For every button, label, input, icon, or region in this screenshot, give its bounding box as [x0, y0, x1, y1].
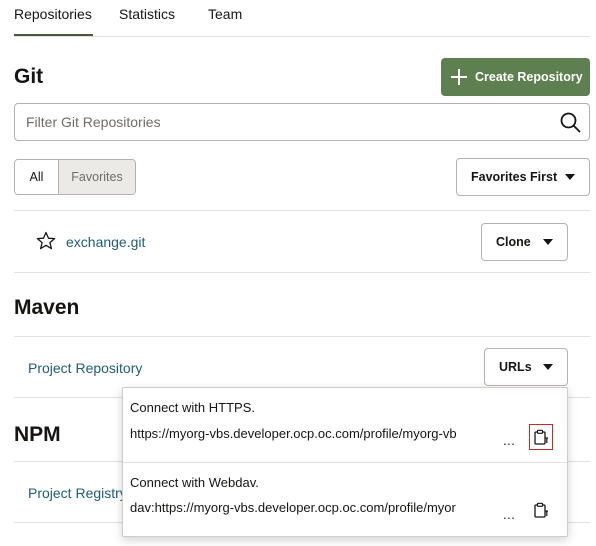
- create-repository-label: Create Repository: [475, 70, 583, 84]
- caret-down-icon: [543, 364, 553, 370]
- urls-popup: Connect with HTTPS. https://myorg-vbs.de…: [122, 387, 568, 537]
- search-icon[interactable]: [560, 112, 581, 133]
- popup-divider: [123, 462, 567, 463]
- webdav-url: dav:https://myorg-vbs.developer.ocp.oc.c…: [130, 500, 456, 515]
- webdav-label: Connect with Webdav.: [130, 475, 259, 490]
- filter-favorites-button[interactable]: Favorites: [59, 160, 135, 194]
- https-label: Connect with HTTPS.: [130, 400, 255, 415]
- sort-select[interactable]: Favorites First: [456, 158, 590, 196]
- clipboard-icon: [534, 502, 548, 518]
- npm-section-title: NPM: [14, 423, 61, 446]
- filter-all-button[interactable]: All: [15, 160, 59, 194]
- https-url: https://myorg-vbs.developer.ocp.oc.com/p…: [130, 426, 457, 441]
- divider: [14, 272, 590, 273]
- divider: [14, 336, 590, 337]
- npm-project-registry-link[interactable]: Project Registry: [28, 485, 127, 501]
- filter-git-search: [14, 103, 590, 141]
- tab-team[interactable]: Team: [208, 6, 242, 36]
- tab-repositories[interactable]: Repositories: [14, 6, 93, 36]
- git-section-title: Git: [14, 65, 44, 88]
- star-icon[interactable]: [36, 231, 56, 251]
- urls-label: URLs: [499, 360, 532, 374]
- create-repository-button[interactable]: Create Repository: [441, 58, 590, 96]
- maven-project-repository-link[interactable]: Project Repository: [28, 360, 142, 376]
- tab-statistics[interactable]: Statistics: [119, 6, 175, 36]
- clone-button[interactable]: Clone: [481, 223, 568, 261]
- repo-link-exchange[interactable]: exchange.git: [66, 234, 145, 250]
- clone-label: Clone: [496, 235, 531, 249]
- plus-icon: [451, 69, 467, 85]
- clipboard-icon: [534, 429, 548, 445]
- caret-down-icon: [543, 239, 553, 245]
- search-input[interactable]: [15, 104, 545, 140]
- tab-bar: Repositories Statistics Team: [14, 0, 590, 37]
- webdav-url-ellipsis: ...: [503, 507, 516, 522]
- urls-button[interactable]: URLs: [484, 348, 568, 386]
- sort-select-label: Favorites First: [471, 170, 558, 184]
- caret-down-icon: [565, 174, 575, 180]
- copy-webdav-url-button[interactable]: [529, 497, 553, 523]
- divider: [14, 210, 590, 211]
- https-url-ellipsis: ...: [503, 433, 516, 448]
- repo-filter-toggle: All Favorites: [14, 159, 136, 195]
- maven-section-title: Maven: [14, 296, 80, 319]
- copy-https-url-button[interactable]: [529, 424, 553, 450]
